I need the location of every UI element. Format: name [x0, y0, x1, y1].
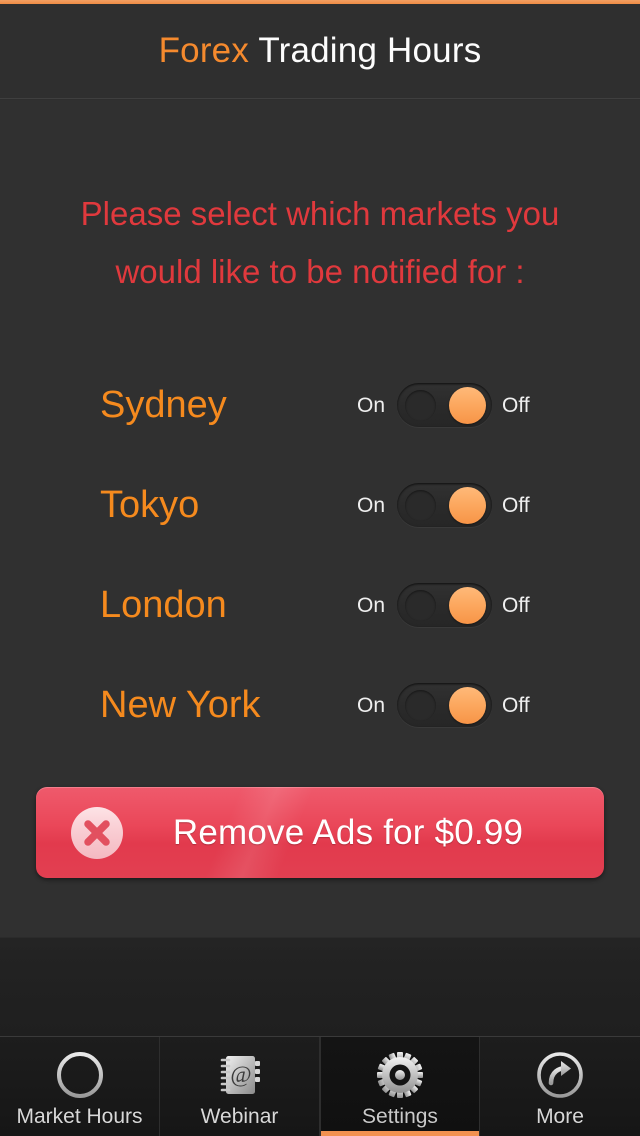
app-header: Forex Trading Hours	[0, 4, 640, 99]
remove-ads-label: Remove Ads for $0.99	[172, 812, 524, 852]
page-title-rest: Trading Hours	[249, 31, 482, 70]
settings-content: Please select which markets you would li…	[0, 100, 640, 937]
toggle-off-label-new-york: Off	[502, 693, 530, 717]
notification-toggle-tokyo[interactable]	[397, 483, 492, 527]
notebook-at-icon: @	[220, 1056, 260, 1094]
market-toggle-group-london: On Off	[357, 583, 542, 627]
tab-label-market-hours: Market Hours	[16, 1105, 143, 1128]
market-row-sydney: Sydney On Off	[0, 355, 640, 455]
tab-settings[interactable]: Settings	[320, 1037, 480, 1136]
toggle-well-tokyo	[405, 490, 436, 521]
tab-more[interactable]: More	[480, 1037, 640, 1136]
market-toggle-group-new-york: On Off	[357, 683, 542, 727]
market-row-tokyo: Tokyo On Off	[0, 455, 640, 555]
toggle-off-label-sydney: Off	[502, 393, 530, 417]
tab-label-settings: Settings	[362, 1105, 438, 1128]
market-name-new-york: New York	[100, 684, 261, 726]
market-name-london: London	[100, 584, 227, 626]
instructions-line-2: would like to be notified for :	[115, 253, 525, 290]
market-toggle-group-sydney: On Off	[357, 383, 542, 427]
toggle-well-sydney	[405, 390, 436, 421]
app-screen: Forex Trading Hours Please select which …	[0, 0, 640, 1136]
clock-icon	[56, 1052, 103, 1098]
tab-webinar[interactable]: @ Webinar	[160, 1037, 320, 1136]
toggle-knob-sydney	[449, 387, 486, 424]
notification-toggle-new-york[interactable]	[397, 683, 492, 727]
tab-label-more: More	[536, 1105, 584, 1128]
page-title: Forex Trading Hours	[159, 31, 482, 71]
bottom-tab-bar: Market Hours @ Webinar Settings More	[0, 1036, 640, 1136]
market-row-new-york: New York On Off	[0, 655, 640, 755]
remove-ads-button[interactable]: Remove Ads for $0.99	[36, 787, 604, 878]
svg-text:@: @	[230, 1062, 251, 1087]
toggle-on-label-new-york: On	[357, 693, 386, 717]
toggle-on-label-tokyo: On	[357, 493, 386, 517]
market-row-london: London On Off	[0, 555, 640, 655]
toggle-well-new-york	[405, 690, 436, 721]
instructions-text: Please select which markets you would li…	[20, 185, 620, 301]
toggle-on-label-sydney: On	[357, 393, 386, 417]
toggle-knob-tokyo	[449, 487, 486, 524]
share-arrow-circle-icon	[537, 1052, 583, 1098]
ad-banner-placeholder[interactable]	[0, 937, 640, 1036]
page-title-brand: Forex	[158, 31, 250, 70]
instructions-line-1: Please select which markets you	[80, 195, 560, 232]
market-name-tokyo: Tokyo	[100, 484, 200, 526]
toggle-knob-london	[449, 587, 486, 624]
market-name-sydney: Sydney	[100, 384, 227, 426]
notification-toggle-london[interactable]	[397, 583, 492, 627]
tab-label-webinar: Webinar	[200, 1105, 279, 1128]
tab-market-hours[interactable]: Market Hours	[0, 1037, 160, 1136]
toggle-well-london	[405, 590, 436, 621]
market-toggle-group-tokyo: On Off	[357, 483, 542, 527]
toggle-off-label-tokyo: Off	[502, 493, 530, 517]
toggle-on-label-london: On	[357, 593, 386, 617]
notification-toggle-sydney[interactable]	[397, 383, 492, 427]
gear-icon	[377, 1052, 423, 1098]
toggle-knob-new-york	[449, 687, 486, 724]
toggle-off-label-london: Off	[502, 593, 530, 617]
market-notification-list: Sydney On Off Tokyo On Off London On Off…	[0, 355, 640, 755]
